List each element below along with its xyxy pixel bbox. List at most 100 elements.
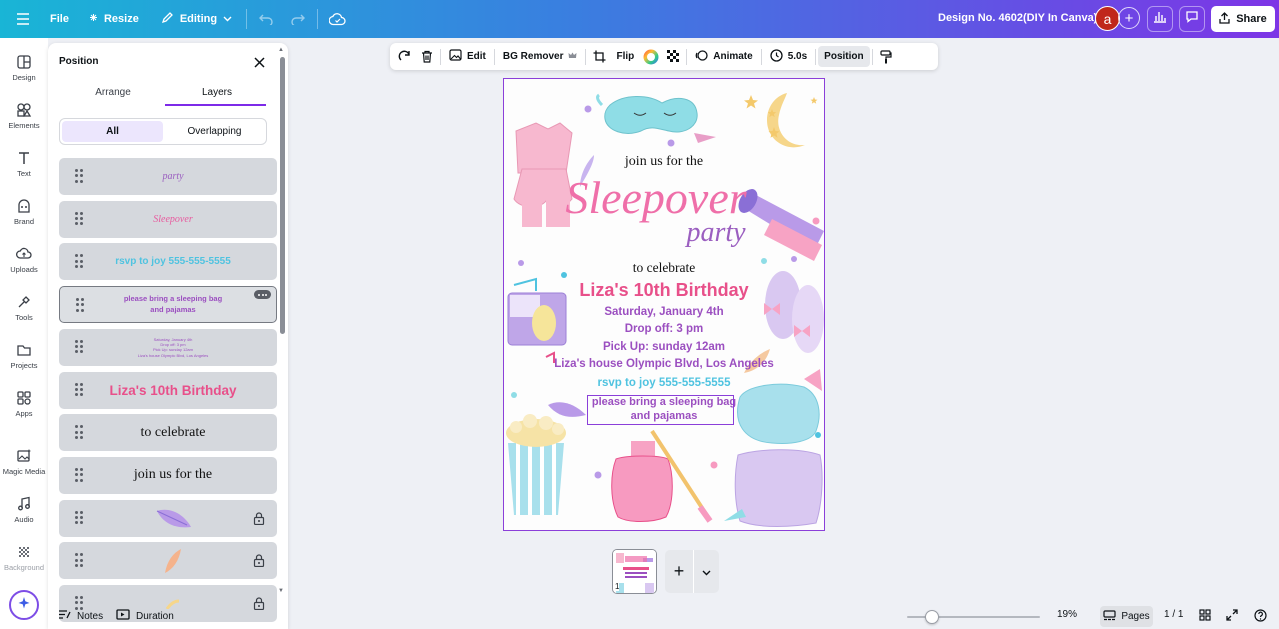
projects-icon xyxy=(17,345,31,356)
to-celebrate-text[interactable]: to celebrate xyxy=(504,260,824,276)
rail-item-magic-media[interactable]: Magic Media xyxy=(0,448,48,476)
zoom-percent[interactable]: 19% xyxy=(1057,609,1077,620)
layer-label: party xyxy=(162,171,184,182)
rail-item-background[interactable]: Background xyxy=(0,544,48,572)
drag-handle-icon[interactable] xyxy=(75,510,83,525)
party-subtitle[interactable]: party xyxy=(556,217,824,249)
rsvp-text[interactable]: rsvp to joy 555-555-5555 xyxy=(504,377,824,389)
transparency-icon[interactable] xyxy=(662,46,684,67)
insights-button[interactable] xyxy=(1147,6,1173,32)
layer-row[interactable]: Saturday, January 4th Drop off: 3 pm Pic… xyxy=(59,328,277,366)
dropoff-text[interactable]: Drop off: 3 pm xyxy=(504,323,824,335)
rail-item-projects[interactable]: Projects xyxy=(0,342,48,370)
bg-remover-button[interactable]: BG Remover xyxy=(497,46,584,67)
page-thumbnail[interactable]: 1 xyxy=(612,549,657,594)
rail-item-tools[interactable]: Tools xyxy=(0,294,48,322)
birthday-title[interactable]: Liza's 10th Birthday xyxy=(504,280,824,301)
layer-row[interactable]: rsvp to joy 555-555-5555 xyxy=(59,243,277,281)
design-page[interactable]: join us for the Sleepover party to celeb… xyxy=(503,78,825,531)
layer-row[interactable]: join us for the xyxy=(59,456,277,494)
drag-handle-icon[interactable] xyxy=(75,382,83,397)
date-text[interactable]: Saturday, January 4th xyxy=(504,306,824,318)
more-options-icon[interactable] xyxy=(254,290,271,300)
layer-row[interactable]: to celebrate xyxy=(59,414,277,452)
layer-row[interactable] xyxy=(59,499,277,537)
pages-button[interactable]: Pages xyxy=(1100,606,1153,627)
animate-button[interactable]: Animate xyxy=(689,46,758,67)
zoom-slider-handle[interactable] xyxy=(925,610,939,624)
sparkle-icon xyxy=(17,596,31,615)
tab-arrange[interactable]: Arrange xyxy=(61,87,165,98)
replace-icon[interactable] xyxy=(394,46,416,67)
paint-roller-icon[interactable] xyxy=(875,46,897,67)
selection-box[interactable] xyxy=(587,395,734,425)
color-wheel-icon[interactable] xyxy=(640,46,662,67)
rail-item-apps[interactable]: Apps xyxy=(0,390,48,418)
animate-icon xyxy=(695,49,708,65)
add-collaborator-button[interactable]: + xyxy=(1118,7,1140,29)
grid-view-icon[interactable] xyxy=(1199,609,1211,621)
comments-button[interactable] xyxy=(1179,6,1205,32)
filter-overlapping-button[interactable]: Overlapping xyxy=(164,121,265,142)
cloud-sync-icon[interactable] xyxy=(324,6,350,32)
crop-icon[interactable] xyxy=(588,46,610,67)
trash-icon[interactable] xyxy=(416,46,438,67)
scroll-down-arrow[interactable]: ▼ xyxy=(278,588,284,594)
layer-row[interactable]: please bring a sleeping bag and pajamas xyxy=(59,286,277,324)
background-icon xyxy=(19,547,29,557)
layer-preview xyxy=(89,500,257,537)
pickup-text[interactable]: Pick Up: sunday 12am xyxy=(504,341,824,353)
editing-mode-button[interactable]: Editing xyxy=(153,6,240,32)
edit-image-button[interactable]: Edit xyxy=(443,46,492,67)
toolbar-divider xyxy=(440,48,441,65)
drag-handle-icon[interactable] xyxy=(75,553,83,567)
file-menu-button[interactable]: File xyxy=(42,6,77,32)
tab-layers[interactable]: Layers xyxy=(165,87,269,98)
duration-button[interactable]: Duration xyxy=(116,609,174,623)
rail-item-design[interactable]: Design xyxy=(0,54,48,82)
lock-icon[interactable] xyxy=(253,512,265,525)
close-icon[interactable] xyxy=(251,54,267,70)
menu-icon[interactable] xyxy=(10,6,36,32)
redo-icon[interactable] xyxy=(285,6,311,32)
drag-handle-icon[interactable] xyxy=(75,425,83,439)
undo-icon[interactable] xyxy=(253,6,279,32)
scroll-up-arrow[interactable]: ▲ xyxy=(278,47,284,53)
flip-button[interactable]: Flip xyxy=(610,46,640,67)
magic-assistant-button[interactable] xyxy=(9,590,39,620)
toolbar-divider xyxy=(317,9,319,29)
lock-icon[interactable] xyxy=(253,554,265,568)
fullscreen-icon[interactable] xyxy=(1226,609,1238,621)
drag-handle-icon[interactable] xyxy=(75,169,83,183)
drag-handle-icon[interactable] xyxy=(75,467,83,482)
drag-handle-icon[interactable] xyxy=(75,339,83,354)
address-text[interactable]: Liza's house Olympic Blvd, Los Angeles xyxy=(504,358,824,370)
position-button[interactable]: Position xyxy=(818,46,870,67)
layer-row[interactable]: Liza's 10th Birthday xyxy=(59,371,277,409)
avatar[interactable]: a xyxy=(1095,6,1120,31)
rail-item-elements[interactable]: Elements xyxy=(0,102,48,130)
panel-scrollbar[interactable] xyxy=(280,57,285,334)
resize-button[interactable]: Resize xyxy=(81,6,147,32)
help-icon[interactable] xyxy=(1254,609,1267,622)
design-title[interactable]: Design No. 4602(DIY In Canva) xyxy=(938,12,1097,24)
filter-all-button[interactable]: All xyxy=(62,121,163,142)
layer-row[interactable]: party xyxy=(59,158,277,195)
drag-handle-icon[interactable] xyxy=(76,298,84,312)
rail-item-text[interactable]: Text xyxy=(0,150,48,178)
share-button[interactable]: Share xyxy=(1211,6,1275,32)
add-page-button[interactable]: + xyxy=(665,561,693,582)
timing-button[interactable]: 5.0s xyxy=(764,46,813,67)
drag-handle-icon[interactable] xyxy=(75,211,83,226)
rail-label: Design xyxy=(12,73,36,82)
rail-item-brand[interactable]: Brand xyxy=(0,198,48,226)
layer-row[interactable]: Sleepover xyxy=(59,200,277,238)
layer-row[interactable] xyxy=(59,542,277,580)
rail-label: Magic Media xyxy=(2,467,46,476)
notes-button[interactable]: Notes xyxy=(58,609,103,623)
rail-item-audio[interactable]: Audio xyxy=(0,496,48,524)
join-us-text[interactable]: join us for the xyxy=(504,154,824,170)
add-page-options-button[interactable] xyxy=(693,550,719,593)
drag-handle-icon[interactable] xyxy=(75,254,83,269)
rail-item-uploads[interactable]: Uploads xyxy=(0,246,48,274)
